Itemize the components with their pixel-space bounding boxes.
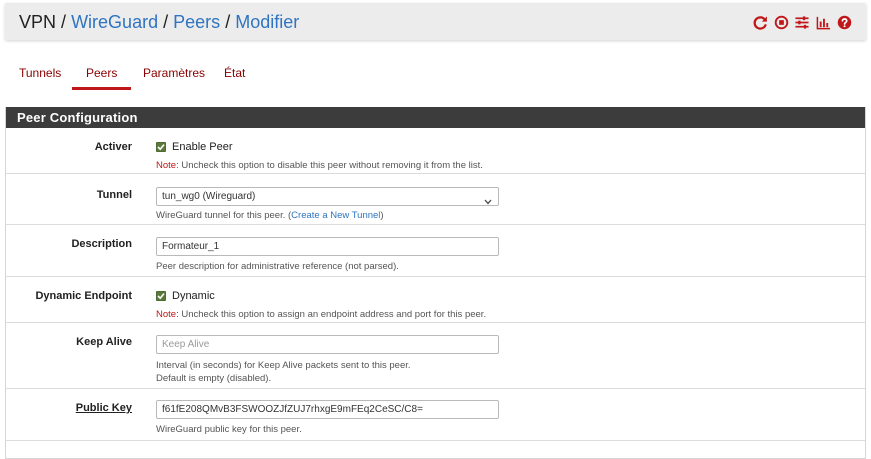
keep-alive-content: Interval (in seconds) for Keep Alive pac… (156, 334, 855, 385)
breadcrumb-wireguard[interactable]: WireGuard (71, 12, 158, 32)
toolbar (752, 14, 852, 30)
description-input[interactable]: Formateur_1 (156, 237, 499, 256)
breadcrumb-separator: / (61, 12, 67, 32)
tab-label: État (224, 66, 246, 80)
tab-peers[interactable]: Peers (72, 60, 132, 90)
enable-peer-option: Enable Peer (156, 140, 855, 154)
tunnel-content: tun_wg0 (Wireguard) WireGuard tunnel for… (156, 187, 855, 222)
public-key-label: Public Key (75, 402, 132, 414)
note-text: Uncheck this option to disable this peer… (178, 160, 483, 171)
sliders-icon[interactable] (794, 14, 810, 30)
dynamic-option: Dynamic (156, 289, 855, 303)
note-prefix: Note: (156, 160, 179, 171)
activer-label: Activer (94, 141, 132, 153)
public-key-content: f61fE208QMvB3FSWOOZJfZUJ7rhxgE9mFEq2CeSC… (156, 400, 855, 436)
dynamic-label: Dynamic (172, 290, 215, 302)
tunnel-help-end: ) (380, 210, 384, 221)
keep-alive-label: Keep Alive (76, 336, 132, 348)
breadcrumb: VPN / WireGuard / Peers / Modifier (19, 11, 299, 33)
stop-circle-icon[interactable] (773, 14, 789, 30)
reload-icon[interactable] (752, 14, 768, 30)
panel-title: Peer Configuration (6, 107, 865, 128)
tab-label: Paramètres (143, 66, 206, 80)
active-tab-indicator (72, 87, 132, 90)
row-tunnel: Tunnel tun_wg0 (Wireguard) WireGuard tun… (6, 174, 865, 225)
row-activer: Activer Enable Peer Note: Uncheck this o… (6, 128, 865, 174)
keep-alive-help-line2: Default is empty (disabled). (156, 373, 272, 384)
row-keep-alive: Keep Alive Interval (in seconds) for Kee… (6, 323, 865, 389)
tunnel-label: Tunnel (96, 189, 132, 201)
activer-help: Note: Uncheck this option to disable thi… (156, 160, 855, 172)
breadcrumb-separator: / (163, 12, 169, 32)
breadcrumb-modifier[interactable]: Modifier (235, 12, 299, 32)
dynamic-endpoint-help: Note: Uncheck this option to assign an e… (156, 309, 855, 321)
activer-content: Enable Peer Note: Uncheck this option to… (156, 140, 855, 172)
peer-configuration-panel: Peer Configuration Activer Enable Peer N… (5, 107, 866, 459)
dynamic-endpoint-label: Dynamic Endpoint (35, 290, 132, 302)
enable-peer-checkbox[interactable] (156, 142, 166, 152)
tab-parametres[interactable]: Paramètres (143, 60, 205, 90)
tunnel-help-text: WireGuard tunnel for this peer. ( (156, 210, 292, 221)
breadcrumb-peers[interactable]: Peers (173, 12, 220, 32)
help-icon[interactable] (836, 14, 852, 30)
public-key-input[interactable]: f61fE208QMvB3FSWOOZJfZUJ7rhxgE9mFEq2CeSC… (156, 400, 499, 419)
public-key-help: WireGuard public key for this peer. (156, 424, 302, 435)
tab-label: Tunnels (19, 66, 62, 80)
create-new-tunnel-link[interactable]: Create a New Tunnel (291, 210, 380, 221)
tab-tunnels[interactable]: Tunnels (19, 60, 61, 90)
tunnel-select[interactable]: tun_wg0 (Wireguard) (156, 187, 499, 206)
breadcrumb-vpn: VPN (19, 12, 57, 32)
note-prefix: Note: (156, 309, 179, 320)
tab-label: Peers (86, 66, 118, 80)
row-dynamic-endpoint: Dynamic Endpoint Dynamic Note: Uncheck t… (6, 277, 865, 323)
note-text: Uncheck this option to assign an endpoin… (178, 309, 487, 320)
enable-peer-label: Enable Peer (172, 141, 233, 153)
row-description: Description Formateur_1 Peer description… (6, 225, 865, 277)
bar-chart-icon[interactable] (815, 14, 831, 30)
keep-alive-help-line1: Interval (in seconds) for Keep Alive pac… (156, 360, 411, 371)
dynamic-checkbox[interactable] (156, 291, 166, 301)
dynamic-endpoint-content: Dynamic Note: Uncheck this option to ass… (156, 289, 855, 321)
description-content: Formateur_1 Peer description for adminis… (156, 237, 855, 273)
breadcrumb-separator: / (225, 12, 231, 32)
keep-alive-input[interactable] (156, 335, 499, 354)
tunnel-selected-value: tun_wg0 (Wireguard) (162, 191, 256, 202)
breadcrumb-bar: VPN / WireGuard / Peers / Modifier (5, 3, 866, 40)
row-public-key: Public Key f61fE208QMvB3FSWOOZJfZUJ7rhxg… (6, 389, 865, 441)
description-label: Description (71, 238, 132, 250)
tunnel-help: WireGuard tunnel for this peer. (Create … (156, 210, 855, 222)
description-help: Peer description for administrative refe… (156, 261, 399, 272)
tab-etat[interactable]: État (224, 60, 245, 90)
chevron-down-icon (484, 194, 492, 211)
